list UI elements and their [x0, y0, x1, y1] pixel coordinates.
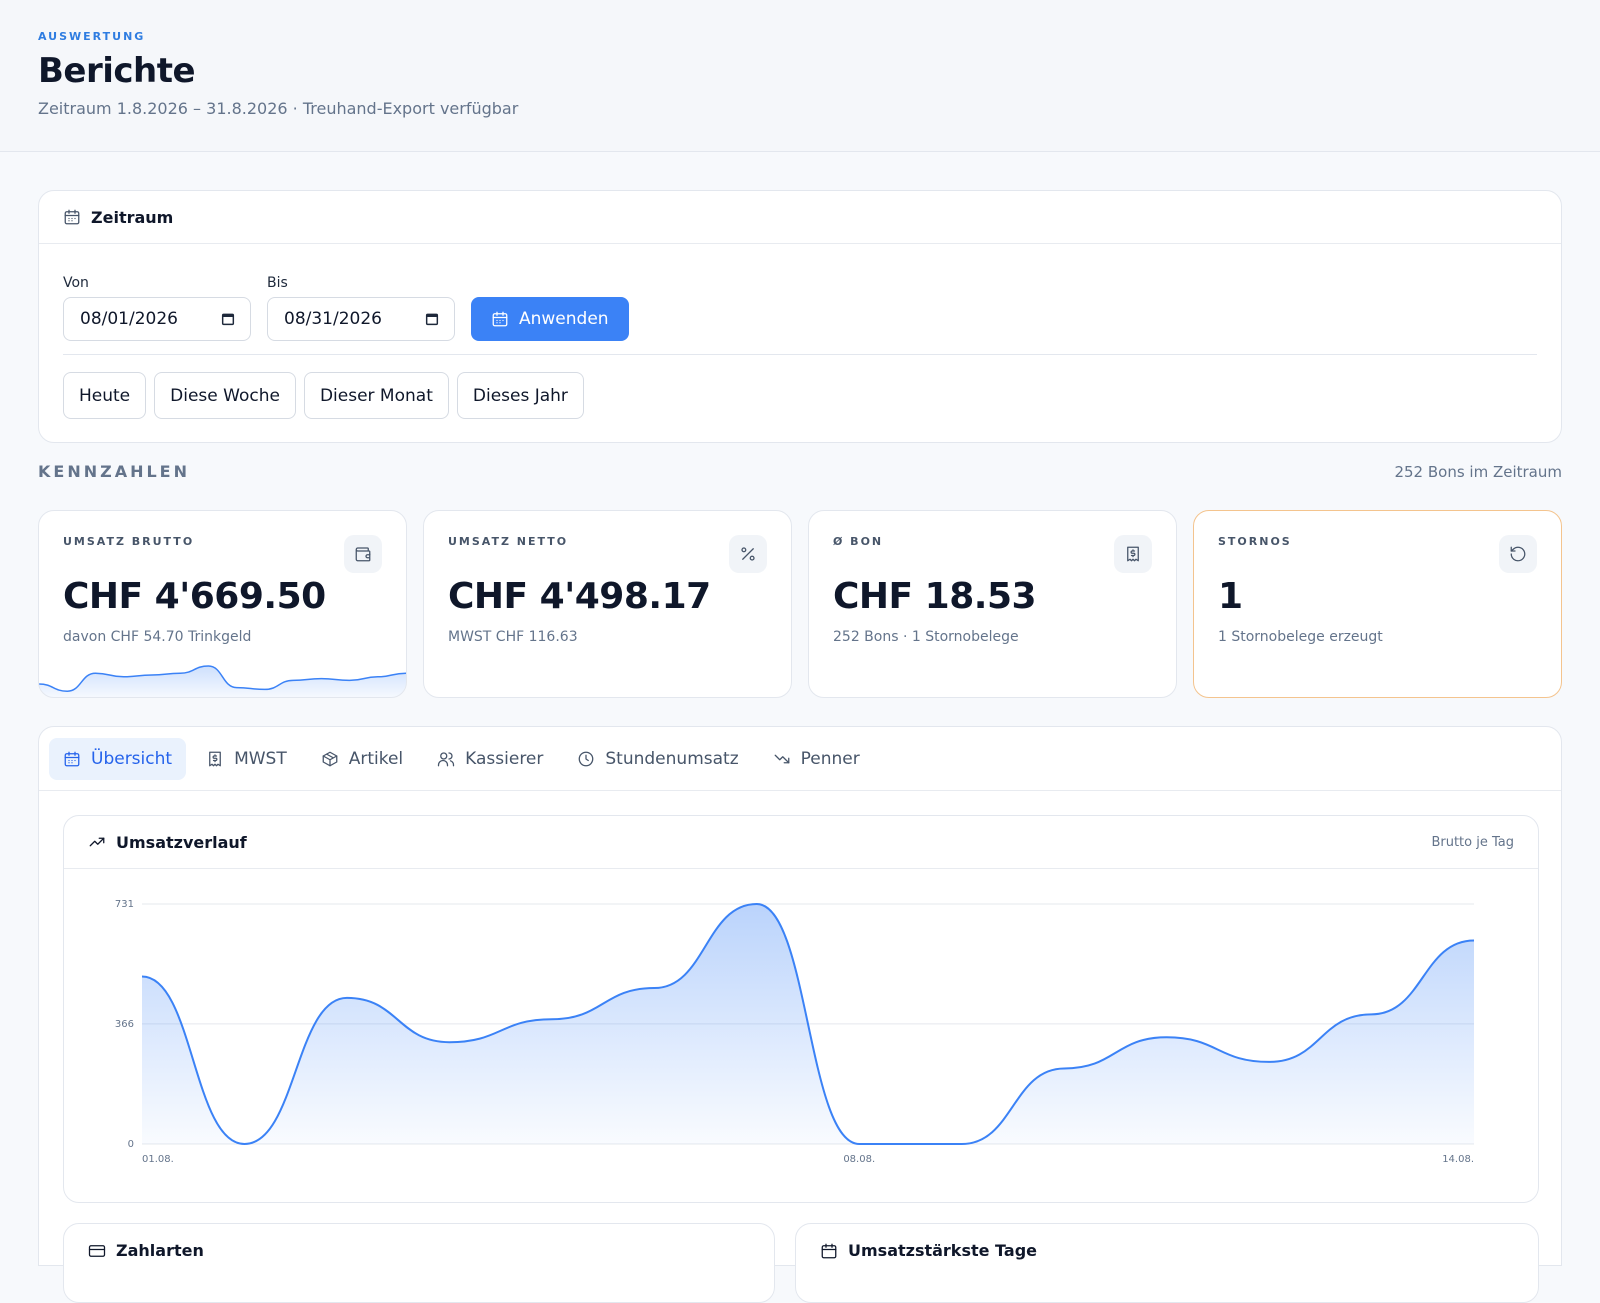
kpi-section-header: KENNZAHLEN 252 Bons im Zeitraum [38, 462, 1562, 481]
tab-penner[interactable]: Penner [759, 738, 874, 780]
zeitraum-card: Zeitraum Von 08/01/2026 Bis 08/31/2026 A… [38, 190, 1562, 443]
tab-kassierer[interactable]: Kassierer [423, 738, 557, 780]
undo-icon [1499, 535, 1537, 573]
preset-row: Heute Diese Woche Dieser Monat Dieses Ja… [63, 372, 584, 419]
page-eyebrow: AUSWERTUNG [38, 30, 146, 43]
from-label: Von [63, 275, 89, 291]
tab-stundenumsatz[interactable]: Stundenumsatz [563, 738, 752, 780]
kpi-title: UMSATZ BRUTTO [63, 535, 195, 548]
from-field-group: Von 08/01/2026 [63, 275, 251, 341]
preset-this-month-button[interactable]: Dieser Monat [303, 372, 449, 419]
kpi-title: UMSATZ NETTO [448, 535, 569, 548]
tab-label: Artikel [348, 748, 404, 769]
kpi-card-umsatz-netto: UMSATZ NETTO CHF 4'498.17 MWST CHF 116.6… [423, 510, 792, 698]
tab-label: Penner [800, 748, 860, 769]
x-tick-label: 08.08. [843, 1154, 875, 1165]
kpi-card-avg-bon: Ø BON CHF 18.53 252 Bons · 1 Stornobeleg… [808, 510, 1177, 698]
zeitraum-divider [63, 354, 1537, 355]
wallet-icon [344, 535, 382, 573]
from-date-input[interactable]: 08/01/2026 [63, 297, 251, 341]
tab-artikel[interactable]: Artikel [307, 738, 417, 780]
top-days-title: Umsatzstärkste Tage [848, 1241, 1037, 1260]
x-tick-label: 14.08. [1442, 1154, 1474, 1165]
umsatzverlauf-card: Umsatzverlauf Brutto je Tag 0 366 731 01.08… [63, 815, 1539, 1203]
tab-uebersicht[interactable]: Übersicht [49, 737, 187, 780]
credit-card-icon [88, 1242, 106, 1260]
kpi-sub: 252 Bons · 1 Stornobelege [833, 629, 1019, 645]
kpi-value: CHF 4'669.50 [63, 576, 326, 617]
tabs-bar: Übersicht MWST Artikel Kassierer Stunden… [39, 727, 1561, 791]
kpi-value: 1 [1218, 576, 1243, 617]
top-days-header: Umsatzstärkste Tage [796, 1224, 1538, 1277]
kpi-title: Ø BON [833, 535, 884, 548]
from-date-value: 08/01/2026 [80, 309, 178, 329]
zeitraum-title: Zeitraum [91, 207, 174, 227]
kpi-card-stornos: STORNOS 1 1 Stornobelege erzeugt [1193, 510, 1562, 698]
preset-today-button[interactable]: Heute [63, 372, 147, 419]
apply-button-label: Anwenden [519, 309, 609, 329]
calendar-picker-icon[interactable] [220, 311, 236, 327]
report-tabs-card: Übersicht MWST Artikel Kassierer Stunden… [38, 726, 1562, 1303]
calendar-icon [820, 1242, 838, 1260]
to-field-group: Bis 08/31/2026 [267, 275, 455, 341]
page-header: AUSWERTUNG Berichte Zeitraum 1.8.2026 – … [0, 0, 1600, 152]
percent-icon [729, 535, 767, 573]
receipt-icon [1114, 535, 1152, 573]
kpi-sub: 1 Stornobelege erzeugt [1218, 629, 1383, 645]
receipt-icon [206, 750, 224, 768]
umsatzverlauf-chart: 0 366 731 01.08. 08.08. 14.08. [115, 899, 1475, 1165]
tab-label: Stundenumsatz [605, 748, 739, 769]
preset-this-week-button[interactable]: Diese Woche [154, 372, 296, 419]
zahlarten-card: Zahlarten [63, 1223, 775, 1303]
kpi-value: CHF 18.53 [833, 576, 1037, 617]
calendar-icon [491, 310, 509, 328]
tab-mwst[interactable]: MWST [192, 738, 301, 780]
clock-icon [577, 750, 595, 768]
kpi-title: STORNOS [1218, 535, 1292, 548]
to-date-input[interactable]: 08/31/2026 [267, 297, 455, 341]
x-tick-label: 01.08. [142, 1154, 174, 1165]
top-days-card: Umsatzstärkste Tage [795, 1223, 1539, 1303]
preset-this-year-button[interactable]: Dieses Jahr [456, 372, 584, 419]
zahlarten-title: Zahlarten [116, 1241, 204, 1260]
to-date-value: 08/31/2026 [284, 309, 382, 329]
kpi-sub: davon CHF 54.70 Trinkgeld [63, 629, 252, 645]
kpi-sub: MWST CHF 116.63 [448, 629, 578, 645]
kpi-section-label: KENNZAHLEN [38, 462, 190, 481]
umsatz-sparkline [39, 665, 406, 697]
chart-note: Brutto je Tag [1431, 834, 1514, 850]
zeitraum-card-header: Zeitraum [39, 191, 1561, 244]
tab-label: Übersicht [91, 748, 173, 769]
date-range-row: Von 08/01/2026 Bis 08/31/2026 Anwenden [63, 275, 629, 341]
page-subtitle: Zeitraum 1.8.2026 – 31.8.2026 · Treuhand… [38, 99, 519, 118]
sparkline-area [39, 666, 406, 697]
y-tick-label: 0 [128, 1139, 134, 1150]
box-icon [321, 750, 339, 768]
zahlarten-header: Zahlarten [64, 1224, 774, 1277]
calendar-picker-icon[interactable] [424, 311, 440, 327]
chart-header: Umsatzverlauf Brutto je Tag [64, 816, 1538, 869]
kpi-grid: UMSATZ BRUTTO CHF 4'669.50 davon CHF 54.… [38, 510, 1562, 698]
tab-label: Kassierer [465, 748, 544, 769]
kpi-count-text: 252 Bons im Zeitraum [1394, 462, 1562, 481]
to-label: Bis [267, 275, 288, 291]
trending-up-icon [88, 833, 106, 851]
apply-button[interactable]: Anwenden [471, 297, 629, 341]
kpi-value: CHF 4'498.17 [448, 576, 711, 617]
y-tick-label: 731 [115, 899, 134, 910]
chart-title: Umsatzverlauf [116, 832, 247, 852]
calendar-icon [63, 208, 81, 226]
trending-down-icon [773, 750, 791, 768]
users-icon [437, 750, 455, 768]
tab-label: MWST [234, 748, 287, 769]
page-title: Berichte [38, 51, 196, 91]
calendar-icon [63, 750, 81, 768]
kpi-card-umsatz-brutto: UMSATZ BRUTTO CHF 4'669.50 davon CHF 54.… [38, 510, 407, 698]
y-tick-label: 366 [115, 1019, 134, 1030]
